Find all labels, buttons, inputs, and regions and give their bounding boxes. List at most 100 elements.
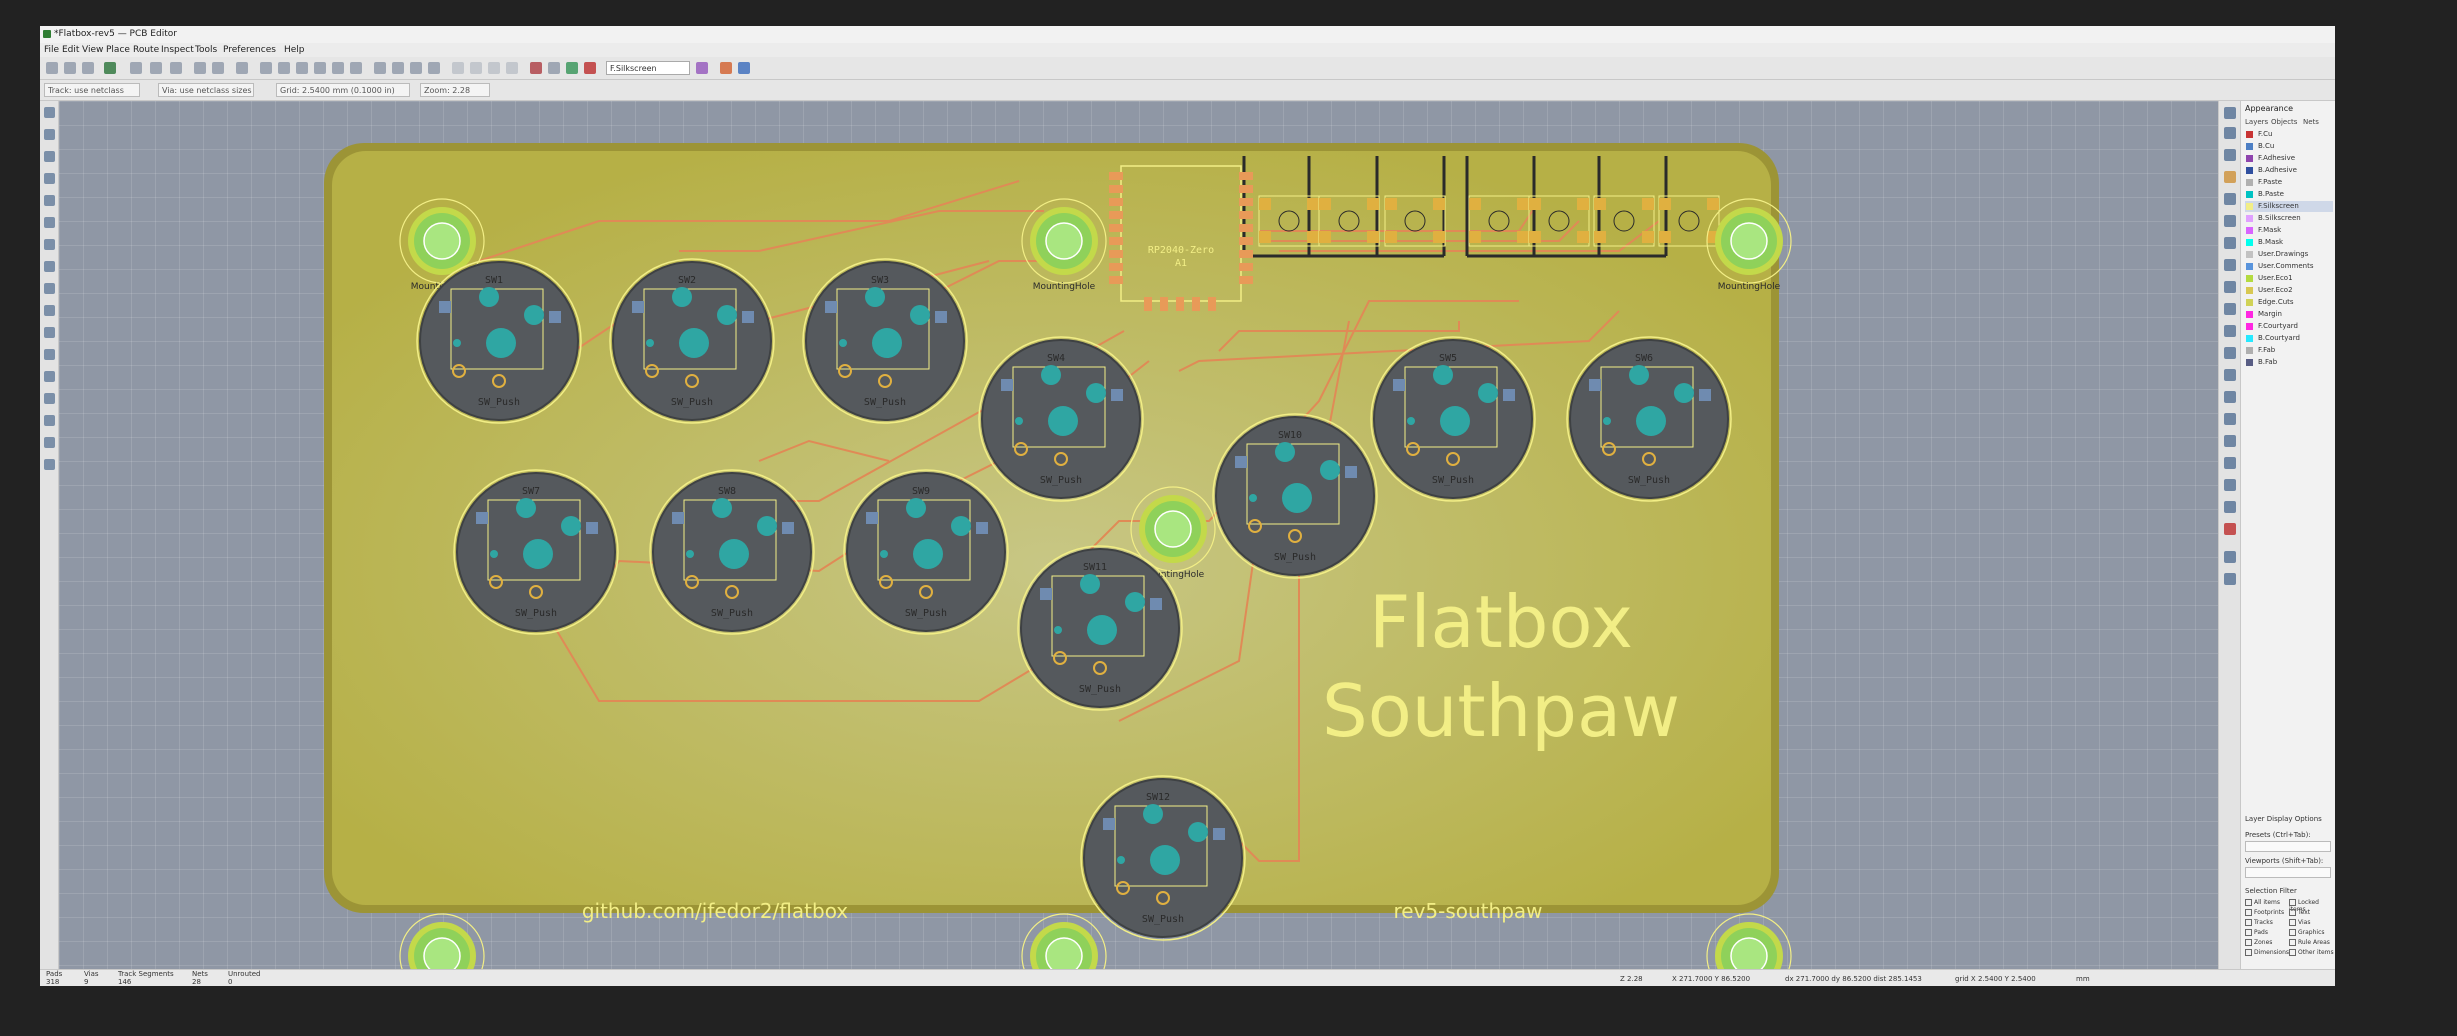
layer-row[interactable]: B.Courtyard (2245, 333, 2333, 344)
layer-color-swatch[interactable] (2246, 215, 2253, 222)
lock-icon[interactable] (488, 62, 500, 74)
pad-sketch-icon[interactable] (44, 305, 55, 316)
highlight-net-icon[interactable] (2224, 127, 2236, 139)
layer-color-swatch[interactable] (2246, 143, 2253, 150)
layer-color-swatch[interactable] (2246, 179, 2253, 186)
layer-color-swatch[interactable] (2246, 263, 2253, 270)
layer-color-swatch[interactable] (2246, 203, 2253, 210)
tab-nets[interactable]: Nets (2303, 118, 2319, 126)
print-icon[interactable] (150, 62, 162, 74)
drc-icon[interactable] (584, 62, 596, 74)
layer-row[interactable]: User.Comments (2245, 261, 2333, 272)
add-via-icon[interactable] (2224, 259, 2236, 271)
select-icon[interactable] (2224, 107, 2236, 119)
rotate-cw-icon[interactable] (392, 62, 404, 74)
add-text-icon[interactable] (2224, 457, 2236, 469)
layer-row[interactable]: F.Courtyard (2245, 321, 2333, 332)
layer-color-swatch[interactable] (2246, 323, 2253, 330)
zoom-out-icon[interactable] (296, 62, 308, 74)
mounting-hole[interactable]: MountingHole (1021, 913, 1107, 969)
group-icon[interactable] (452, 62, 464, 74)
checkbox-icon[interactable] (2245, 929, 2252, 936)
scripting-icon[interactable] (720, 62, 732, 74)
layer-color-swatch[interactable] (2246, 359, 2253, 366)
footprint-editor-icon[interactable] (548, 62, 560, 74)
menu-view[interactable]: View (82, 45, 103, 55)
polar-coords-icon[interactable] (44, 129, 55, 140)
layer-color-swatch[interactable] (2246, 239, 2253, 246)
menu-preferences[interactable]: Preferences (223, 45, 276, 55)
high-contrast-icon[interactable] (44, 371, 55, 382)
tab-layers[interactable]: Layers (2245, 118, 2268, 126)
mounting-hole[interactable]: MountingHole (1706, 913, 1792, 969)
board-setup-icon[interactable] (104, 62, 116, 74)
layer-color-swatch[interactable] (2246, 167, 2253, 174)
checkbox-icon[interactable] (2245, 899, 2252, 906)
layer-display-options[interactable]: Layer Display Options (2245, 815, 2322, 823)
menu-tools[interactable]: Tools (195, 45, 217, 55)
layer-row[interactable]: B.Adhesive (2245, 165, 2333, 176)
track-sketch-icon[interactable] (44, 349, 55, 360)
footprint-browser-icon[interactable] (566, 62, 578, 74)
zoom-selection-icon[interactable] (350, 62, 362, 74)
draw-rect-icon[interactable] (2224, 369, 2236, 381)
menu-edit[interactable]: Edit (62, 45, 79, 55)
mirror-h-icon[interactable] (410, 62, 422, 74)
zoom-objects-icon[interactable] (332, 62, 344, 74)
selection-filter-checkbox[interactable]: Tracks (2245, 919, 2273, 926)
layers-manager-icon[interactable] (44, 415, 55, 426)
microwave-icon[interactable] (44, 437, 55, 448)
selection-filter-checkbox[interactable]: Zones (2245, 939, 2272, 946)
selection-filter-checkbox[interactable]: Rule Areas (2289, 939, 2330, 946)
plot-icon[interactable] (170, 62, 182, 74)
checkbox-icon[interactable] (2289, 939, 2296, 946)
cursor-shape-icon[interactable] (44, 195, 55, 206)
mounting-hole[interactable]: MountingHole (399, 913, 485, 969)
selection-filter-checkbox[interactable]: Other items (2289, 949, 2334, 956)
add-dimension-icon[interactable] (2224, 501, 2236, 513)
add-textbox-icon[interactable] (2224, 479, 2236, 491)
checkbox-icon[interactable] (2289, 949, 2296, 956)
layer-row[interactable]: F.Mask (2245, 225, 2333, 236)
tune-length-icon[interactable] (2224, 237, 2236, 249)
track-width-select[interactable]: Track: use netclass width (44, 83, 140, 109)
set-origin-icon[interactable] (2224, 551, 2236, 563)
local-ratsnest-icon[interactable] (2224, 149, 2236, 161)
checkbox-icon[interactable] (2245, 949, 2252, 956)
layer-color-swatch[interactable] (2246, 287, 2253, 294)
page-settings-icon[interactable] (130, 62, 142, 74)
layer-selector[interactable]: F.Silkscreen (606, 61, 690, 75)
delete-icon[interactable] (2224, 523, 2236, 535)
add-footprint-icon[interactable] (2224, 171, 2236, 183)
layer-row[interactable]: Edge.Cuts (2245, 297, 2333, 308)
menu-inspect[interactable]: Inspect (161, 45, 194, 55)
find-icon[interactable] (236, 62, 248, 74)
selection-filter-checkbox[interactable]: Graphics (2289, 929, 2325, 936)
layer-row[interactable]: Margin (2245, 309, 2333, 320)
properties-icon[interactable] (44, 459, 55, 470)
layer-row[interactable]: F.Fab (2245, 345, 2333, 356)
layer-color-swatch[interactable] (2246, 155, 2253, 162)
layer-color-swatch[interactable] (2246, 191, 2253, 198)
layer-row[interactable]: F.Cu (2245, 129, 2333, 140)
layer-color-swatch[interactable] (2246, 251, 2253, 258)
route-diff-pair-icon[interactable] (2224, 215, 2236, 227)
layer-color-swatch[interactable] (2246, 299, 2253, 306)
add-rule-area-icon[interactable] (2224, 303, 2236, 315)
layer-color-swatch[interactable] (2246, 335, 2253, 342)
netlist-icon[interactable] (530, 62, 542, 74)
checkbox-icon[interactable] (2289, 919, 2296, 926)
layer-row[interactable]: User.Eco1 (2245, 273, 2333, 284)
layer-row[interactable]: B.Mask (2245, 237, 2333, 248)
menu-file[interactable]: File (44, 45, 59, 55)
redo-icon[interactable] (212, 62, 224, 74)
ratsnest-icon[interactable] (44, 217, 55, 228)
checkbox-icon[interactable] (2289, 929, 2296, 936)
selection-filter-checkbox[interactable]: Footprints (2245, 909, 2284, 916)
layer-row[interactable]: F.Paste (2245, 177, 2333, 188)
zoom-in-icon[interactable] (278, 62, 290, 74)
checkbox-icon[interactable] (2289, 909, 2296, 916)
selection-filter-checkbox[interactable]: All items (2245, 899, 2280, 906)
grid-toggle-icon[interactable] (44, 107, 55, 118)
via-size-select[interactable]: Via: use netclass sizes (158, 83, 254, 97)
